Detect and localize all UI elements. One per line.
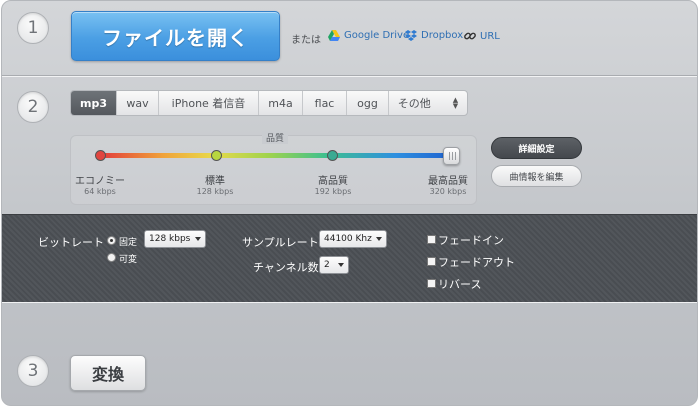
fade-in-label: フェードイン [438, 234, 504, 247]
channels-select-value: 2 [324, 260, 330, 270]
reverse-label: リバース [438, 278, 482, 291]
advanced-settings-button[interactable]: 詳細設定 [491, 137, 582, 159]
step-1-badge: 1 [17, 12, 49, 44]
quality-stop-high[interactable] [327, 150, 338, 161]
bitrate-select-value: 128 kbps [149, 234, 191, 244]
google-drive-link[interactable]: Google Drive [328, 30, 409, 41]
quality-bitrate-best: 320 kbps [429, 187, 467, 196]
app-window: 1 ファイルを開く または Google Drive Dropbox URL 2… [1, 0, 698, 406]
reverse-checkbox[interactable] [427, 279, 436, 288]
channels-label: チャンネル数 [253, 261, 319, 274]
quality-slider-handle[interactable] [443, 147, 460, 165]
bitrate-label: ビットレート [38, 236, 104, 249]
step-3-badge: 3 [17, 355, 49, 387]
dropdown-arrow-icon [338, 263, 344, 267]
tab-other-select[interactable]: その他 ▲ ▼ [389, 91, 467, 115]
tab-ogg[interactable]: ogg [347, 91, 389, 115]
convert-button[interactable]: 変換 [70, 355, 146, 391]
tab-mp3[interactable]: mp3 [71, 91, 117, 115]
quality-bitrate-standard: 128 kbps [196, 187, 234, 196]
dropdown-arrow-icon [195, 237, 201, 241]
bitrate-variable-radio[interactable] [107, 253, 116, 262]
link-icon [464, 30, 476, 42]
format-tabs: mp3 wav iPhone 着信音 m4a flac ogg その他 ▲ ▼ [70, 90, 468, 116]
tab-iphone-ringtone[interactable]: iPhone 着信音 [159, 91, 259, 115]
dropbox-icon [405, 30, 417, 41]
dropbox-label: Dropbox [421, 30, 464, 41]
dropdown-arrow-icon [376, 237, 382, 241]
quality-label-standard: 標準 [205, 176, 225, 187]
divider [2, 76, 697, 77]
bitrate-fixed-label: 固定 [119, 238, 138, 248]
tab-other-label: その他 [397, 97, 431, 110]
fade-out-checkbox[interactable] [427, 257, 436, 266]
tab-m4a[interactable]: m4a [259, 91, 303, 115]
updown-arrows-icon: ▲ ▼ [452, 96, 459, 110]
quality-stop-economy[interactable] [95, 150, 106, 161]
samplerate-select-value: 44100 Khz [324, 234, 372, 244]
samplerate-label: サンプルレート [242, 236, 319, 249]
edit-track-info-button[interactable]: 曲情報を編集 [491, 165, 582, 187]
advanced-settings-panel: ビットレート 固定 可変 128 kbps サンプルレート 44100 Khz … [2, 214, 697, 303]
url-label: URL [480, 30, 500, 42]
tab-flac[interactable]: flac [303, 91, 347, 115]
quality-slider-track[interactable] [100, 153, 452, 158]
quality-title: 品質 [262, 131, 289, 144]
bitrate-variable-label: 可変 [119, 255, 138, 265]
or-text: または [291, 35, 321, 46]
quality-label-high: 高品質 [318, 176, 348, 187]
open-file-button[interactable]: ファイルを開く [71, 11, 280, 61]
fade-out-label: フェードアウト [438, 256, 515, 269]
quality-label-economy: エコノミー [75, 176, 125, 187]
quality-stop-standard[interactable] [211, 150, 222, 161]
quality-bitrate-economy: 64 kbps [84, 187, 116, 196]
bitrate-select[interactable]: 128 kbps [144, 230, 206, 248]
fade-in-checkbox[interactable] [427, 235, 436, 244]
dropbox-link[interactable]: Dropbox [405, 30, 463, 41]
bitrate-fixed-radio[interactable] [107, 236, 116, 245]
step-2-badge: 2 [17, 91, 49, 123]
google-drive-label: Google Drive [344, 30, 410, 41]
tab-wav[interactable]: wav [117, 91, 159, 115]
url-link[interactable]: URL [464, 30, 500, 42]
quality-label-best: 最高品質 [428, 176, 468, 187]
quality-bitrate-high: 192 kbps [314, 187, 352, 196]
channels-select[interactable]: 2 [319, 256, 349, 274]
samplerate-select[interactable]: 44100 Khz [319, 230, 387, 248]
google-drive-icon [328, 30, 340, 41]
